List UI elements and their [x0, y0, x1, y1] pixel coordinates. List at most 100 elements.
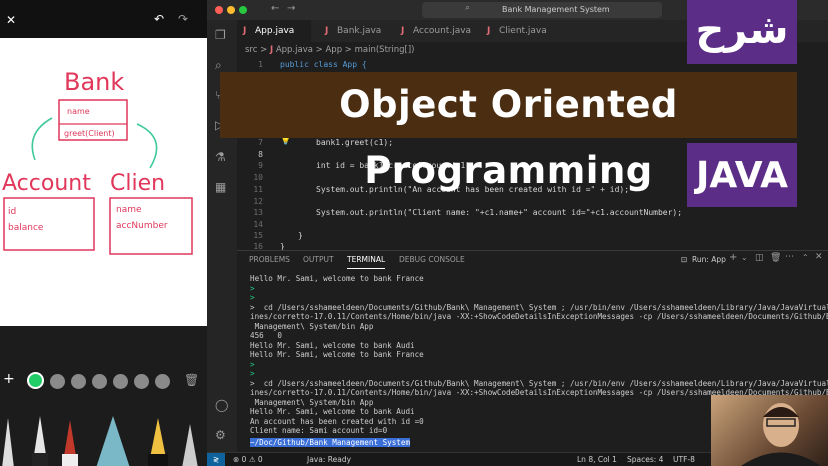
terminal-line: An account has been created with id =0 [250, 416, 424, 426]
search-icon[interactable]: ⌕ [215, 58, 222, 73]
remote-icon[interactable]: ≷ [207, 453, 225, 466]
tab-label: Account.java [413, 26, 472, 36]
color-swatch[interactable] [113, 374, 128, 389]
color-swatch[interactable] [50, 374, 65, 389]
terminal-line: Management\ System/bin App [250, 321, 374, 331]
testing-icon[interactable]: ⚗ [215, 150, 226, 164]
terminal-line: 456 0 [250, 331, 283, 340]
line-number: 7 [258, 138, 263, 147]
java-file-icon: J [269, 45, 274, 55]
close-icon[interactable]: ✕ [6, 13, 16, 27]
search-icon: ⌕ [465, 3, 471, 13]
line-number: 9 [258, 161, 263, 170]
terminal-type-icon: ⊡ [681, 255, 688, 264]
line-number: 1 [258, 60, 263, 69]
cursor-position[interactable]: Ln 8, Col 1 [577, 453, 617, 466]
code-line-13[interactable]: System.out.println("Client name: "+c1.na… [316, 208, 682, 217]
color-swatch[interactable] [134, 374, 149, 389]
tab-client-java[interactable]: J Client.java [481, 20, 561, 42]
trash-icon[interactable]: 🗑 [184, 373, 199, 387]
account-icon[interactable]: ◯ [215, 398, 228, 412]
line-number: 13 [253, 208, 263, 217]
tab-label: App.java [255, 26, 295, 36]
extensions-icon[interactable]: ▦ [215, 180, 226, 194]
terminal-prompt-path: ~/Doc/Github/Bank Management System [250, 437, 411, 447]
terminal-line: Hello Mr. Sami, welcome to bank France [250, 350, 424, 359]
tab-output[interactable]: OUTPUT [303, 251, 334, 269]
java-badge: JAVA [687, 143, 797, 207]
breadcrumb-src[interactable]: src [245, 45, 257, 55]
breadcrumb-file[interactable]: App.java [276, 45, 313, 55]
tab-account-java[interactable]: J Account.java [395, 20, 475, 42]
line-number: 10 [253, 173, 263, 182]
pen-tools-icon[interactable] [0, 398, 207, 466]
settings-gear-icon[interactable]: ⚙ [215, 428, 226, 442]
chevron-down-icon[interactable]: ⌄ [741, 253, 748, 262]
drawing-label-name: name [67, 107, 90, 116]
webcam-overlay [711, 395, 828, 466]
terminal-line: Hello Mr. Sami, welcome to bank France [250, 274, 424, 283]
panel-tabs: PROBLEMS OUTPUT TERMINAL DEBUG CONSOLE ⊡… [237, 250, 828, 269]
line-number: 14 [253, 220, 263, 229]
terminal-line: > [250, 283, 255, 293]
back-icon[interactable]: ← [271, 3, 279, 14]
run-label[interactable]: Run: App [692, 255, 726, 264]
trash-icon[interactable]: 🗑 [770, 253, 781, 263]
color-swatch[interactable] [71, 374, 86, 389]
tab-problems[interactable]: PROBLEMS [249, 251, 290, 269]
drawing-label-id: id [8, 207, 16, 217]
terminal-line: > [250, 359, 255, 369]
presenter-avatar [741, 403, 821, 466]
tab-terminal[interactable]: TERMINAL [347, 251, 386, 269]
explorer-icon[interactable]: ❐ [215, 28, 226, 42]
command-center[interactable]: ⌕ Bank Management System [422, 2, 662, 18]
code-line-15[interactable]: } [298, 231, 303, 240]
drawing-label-client: Clien [110, 171, 165, 196]
close-window-button[interactable] [215, 6, 223, 14]
close-panel-icon[interactable]: ✕ [815, 252, 823, 262]
encoding[interactable]: UTF-8 [673, 453, 695, 466]
drawing-label-bank: Bank [64, 68, 124, 96]
terminal-line: Hello Mr. Sami, welcome to bank Audi [250, 340, 415, 350]
tab-label: Bank.java [337, 26, 382, 36]
undo-icon[interactable]: ↶ [154, 12, 164, 26]
indentation[interactable]: Spaces: 4 [627, 453, 663, 466]
breadcrumb-class[interactable]: App [325, 45, 342, 55]
maximize-panel-icon[interactable]: ⌃ [802, 253, 809, 262]
minimize-window-button[interactable] [227, 6, 235, 14]
redo-icon[interactable]: ↷ [178, 12, 188, 26]
whiteboard-toolbar: ✕ ↶ ↷ [0, 0, 207, 38]
terminal-line: Hello Mr. Sami, welcome to bank Audi [250, 407, 415, 416]
drawing-label-name2: name [116, 205, 142, 215]
java-file-icon: J [401, 26, 405, 36]
code-line-1[interactable]: public class App { [280, 60, 367, 69]
drawing-label-greet: greet(Client) [64, 129, 115, 138]
breadcrumb-method[interactable]: main(String[]) [355, 45, 415, 55]
add-color-icon[interactable]: + [3, 371, 15, 387]
split-terminal-icon[interactable]: ◫ [755, 253, 764, 263]
terminal-line: > cd /Users/sshameeldeen/Documents/Githu… [250, 302, 828, 312]
drawing-label-balance: balance [8, 223, 44, 233]
tab-label: Client.java [499, 26, 547, 36]
tab-app-java[interactable]: J App.java [237, 20, 311, 42]
line-number: 8 [258, 150, 263, 159]
new-terminal-icon[interactable]: + [729, 252, 737, 263]
java-file-icon: J [325, 26, 329, 36]
forward-icon[interactable]: → [287, 3, 295, 14]
terminal-line: > [250, 369, 255, 378]
arabic-badge: شرح [687, 0, 797, 64]
terminal-line: Management\ System/bin App [250, 397, 374, 407]
java-status[interactable]: Java: Ready [307, 453, 351, 466]
line-number: 12 [253, 197, 263, 206]
tab-bank-java[interactable]: J Bank.java [319, 20, 393, 42]
tab-debug-console[interactable]: DEBUG CONSOLE [399, 251, 465, 269]
maximize-window-button[interactable] [239, 6, 247, 14]
color-swatch[interactable] [155, 374, 170, 389]
more-icon[interactable]: ⋯ [785, 252, 794, 262]
color-swatch[interactable] [92, 374, 107, 389]
problems-count[interactable]: ⊗ 0 ⚠ 0 [233, 453, 263, 466]
whiteboard-canvas[interactable]: Bank name greet(Client) Account Clien id… [0, 38, 207, 326]
color-swatch-green[interactable] [27, 372, 44, 389]
video-title-banner: Object Oriented Programming [220, 72, 797, 192]
java-file-icon: J [487, 26, 491, 36]
